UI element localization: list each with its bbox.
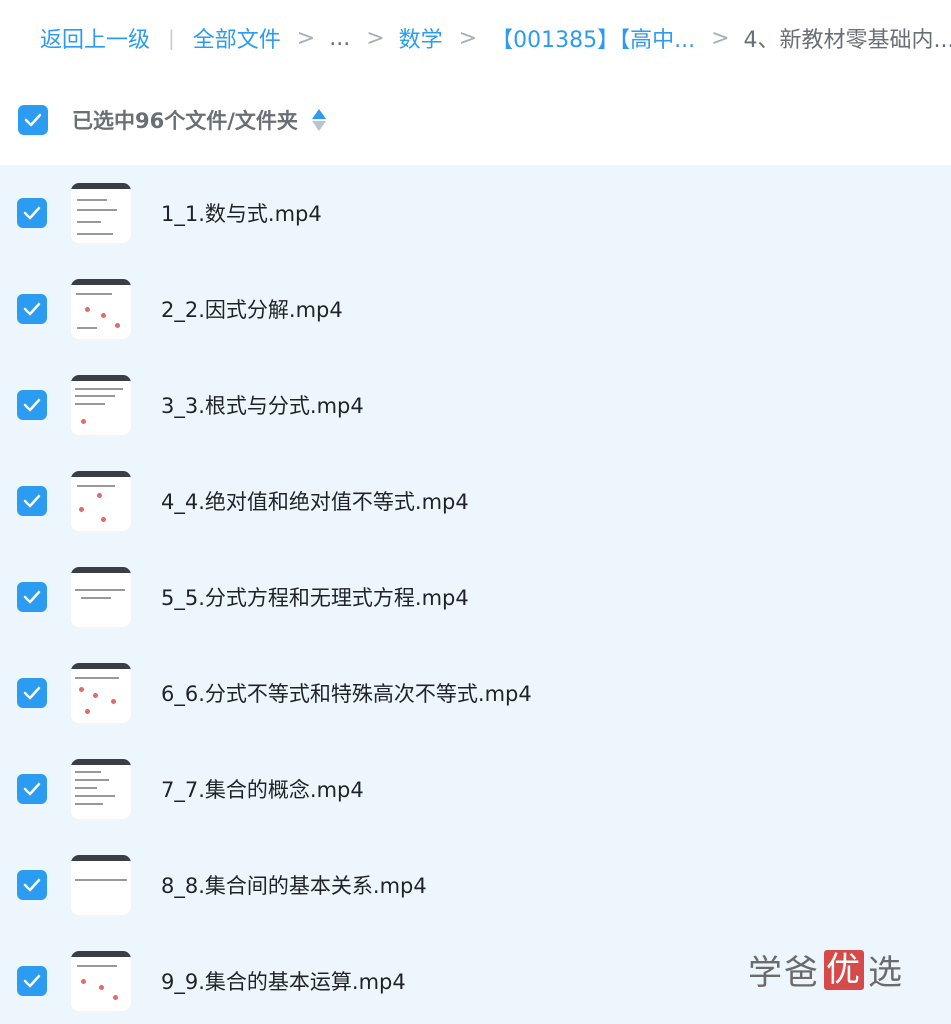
select-all-checkbox[interactable] bbox=[18, 105, 48, 135]
file-row[interactable]: 3_3.根式与分式.mp4 bbox=[0, 357, 951, 453]
file-row[interactable]: 6_6.分式不等式和特殊高次不等式.mp4 bbox=[0, 645, 951, 741]
video-thumbnail bbox=[71, 375, 131, 435]
watermark-logo: 学爸优选 bbox=[748, 945, 904, 994]
file-checkbox[interactable] bbox=[17, 198, 47, 228]
checkmark-icon bbox=[23, 206, 41, 220]
file-name: 8_8.集合间的基本关系.mp4 bbox=[161, 874, 427, 898]
file-row[interactable]: 1_1.数与式.mp4 bbox=[0, 165, 951, 261]
file-checkbox[interactable] bbox=[17, 294, 47, 324]
chevron-right-icon: > bbox=[366, 25, 385, 51]
checkmark-icon bbox=[23, 686, 41, 700]
file-name: 9_9.集合的基本运算.mp4 bbox=[161, 970, 406, 994]
file-row[interactable]: 5_5.分式方程和无理式方程.mp4 bbox=[0, 549, 951, 645]
watermark-highlight: 优 bbox=[824, 949, 864, 990]
breadcrumb-math[interactable]: 数学 bbox=[399, 22, 443, 54]
watermark-text: 学爸 bbox=[748, 953, 820, 993]
watermark-text: 选 bbox=[868, 953, 904, 993]
chevron-right-icon: > bbox=[296, 25, 316, 51]
checkmark-icon bbox=[23, 398, 41, 412]
breadcrumb-divider: | bbox=[168, 26, 175, 50]
file-checkbox[interactable] bbox=[17, 678, 47, 708]
file-checkbox[interactable] bbox=[17, 870, 47, 900]
breadcrumb-current-folder: 4、新教材零基础内... bbox=[743, 28, 951, 53]
video-thumbnail bbox=[71, 567, 131, 627]
video-thumbnail bbox=[71, 951, 131, 1011]
back-link[interactable]: 返回上一级 bbox=[40, 22, 150, 54]
file-checkbox[interactable] bbox=[17, 486, 47, 516]
video-thumbnail bbox=[71, 279, 131, 339]
selection-count: 已选中96个文件/文件夹 bbox=[72, 109, 298, 133]
breadcrumb-course[interactable]: 【001385】【高中... bbox=[491, 22, 695, 54]
file-name: 1_1.数与式.mp4 bbox=[161, 202, 322, 226]
breadcrumb-all-files[interactable]: 全部文件 bbox=[193, 22, 281, 54]
file-name: 2_2.因式分解.mp4 bbox=[161, 298, 343, 322]
breadcrumb-ellipsis[interactable]: ... bbox=[329, 26, 350, 51]
file-name: 5_5.分式方程和无理式方程.mp4 bbox=[161, 586, 469, 610]
file-checkbox[interactable] bbox=[17, 390, 47, 420]
file-row[interactable]: 7_7.集合的概念.mp4 bbox=[0, 741, 951, 837]
chevron-right-icon: > bbox=[458, 25, 478, 51]
file-name: 6_6.分式不等式和特殊高次不等式.mp4 bbox=[161, 682, 532, 706]
checkmark-icon bbox=[23, 974, 41, 988]
checkmark-icon bbox=[23, 878, 41, 892]
video-thumbnail bbox=[71, 183, 131, 243]
file-row[interactable]: 8_8.集合间的基本关系.mp4 bbox=[0, 837, 951, 933]
file-checkbox[interactable] bbox=[17, 774, 47, 804]
video-thumbnail bbox=[71, 759, 131, 819]
file-name: 7_7.集合的概念.mp4 bbox=[161, 778, 364, 802]
file-name: 3_3.根式与分式.mp4 bbox=[161, 394, 364, 418]
checkmark-icon bbox=[24, 113, 42, 127]
file-row[interactable]: 4_4.绝对值和绝对值不等式.mp4 bbox=[0, 453, 951, 549]
video-thumbnail bbox=[71, 855, 131, 915]
checkmark-icon bbox=[23, 590, 41, 604]
checkmark-icon bbox=[23, 494, 41, 508]
file-row[interactable]: 2_2.因式分解.mp4 bbox=[0, 261, 951, 357]
chevron-right-icon: > bbox=[711, 25, 730, 51]
sort-icon[interactable] bbox=[311, 107, 326, 133]
file-checkbox[interactable] bbox=[17, 966, 47, 996]
video-thumbnail bbox=[71, 663, 131, 723]
checkmark-icon bbox=[23, 782, 41, 796]
file-name: 4_4.绝对值和绝对值不等式.mp4 bbox=[161, 490, 469, 514]
video-thumbnail bbox=[71, 471, 131, 531]
selection-bar: 已选中96个文件/文件夹 bbox=[0, 84, 951, 156]
file-checkbox[interactable] bbox=[17, 582, 47, 612]
breadcrumb: 返回上一级 | 全部文件 > ... > 数学 > 【001385】【高中...… bbox=[0, 0, 951, 76]
checkmark-icon bbox=[23, 302, 41, 316]
file-list: 1_1.数与式.mp4 2_2.因式分解.mp4 3_3.根式与分式.mp4 4… bbox=[0, 165, 951, 1024]
